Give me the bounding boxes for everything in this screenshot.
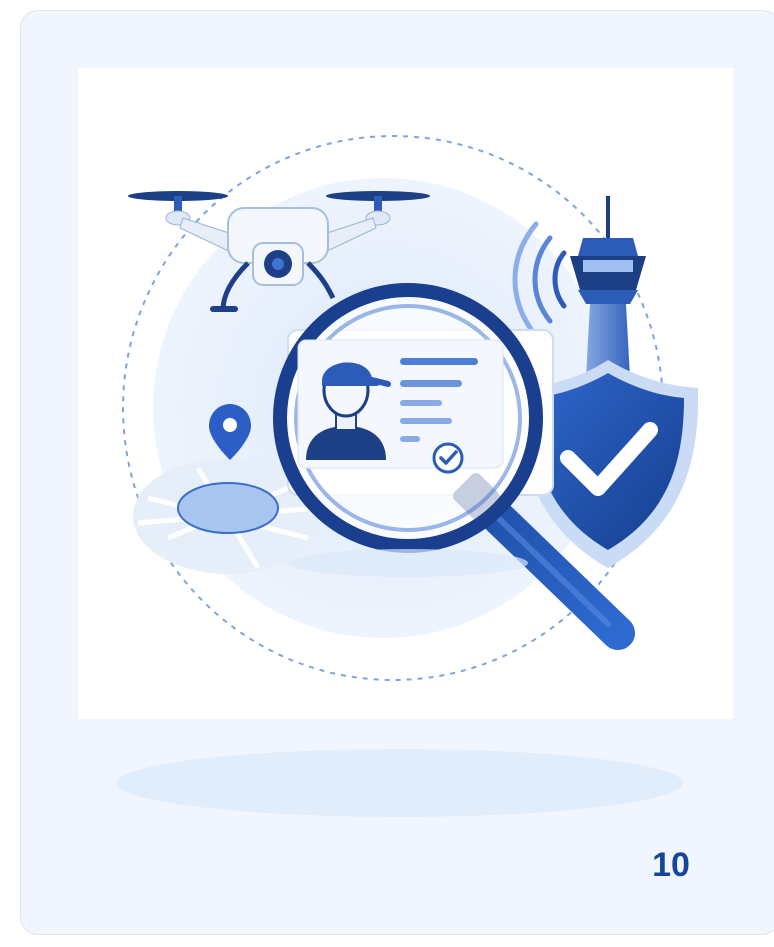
check-badge-icon — [432, 442, 464, 474]
illustration-svg — [122, 135, 699, 681]
id-card-content — [297, 339, 504, 474]
pedestal-shadow — [116, 749, 683, 817]
page-number: 10 — [652, 846, 690, 884]
magnifier-shadow — [288, 549, 528, 577]
drone-identification-illustration — [78, 68, 733, 719]
slide-card: 10 — [20, 10, 774, 935]
